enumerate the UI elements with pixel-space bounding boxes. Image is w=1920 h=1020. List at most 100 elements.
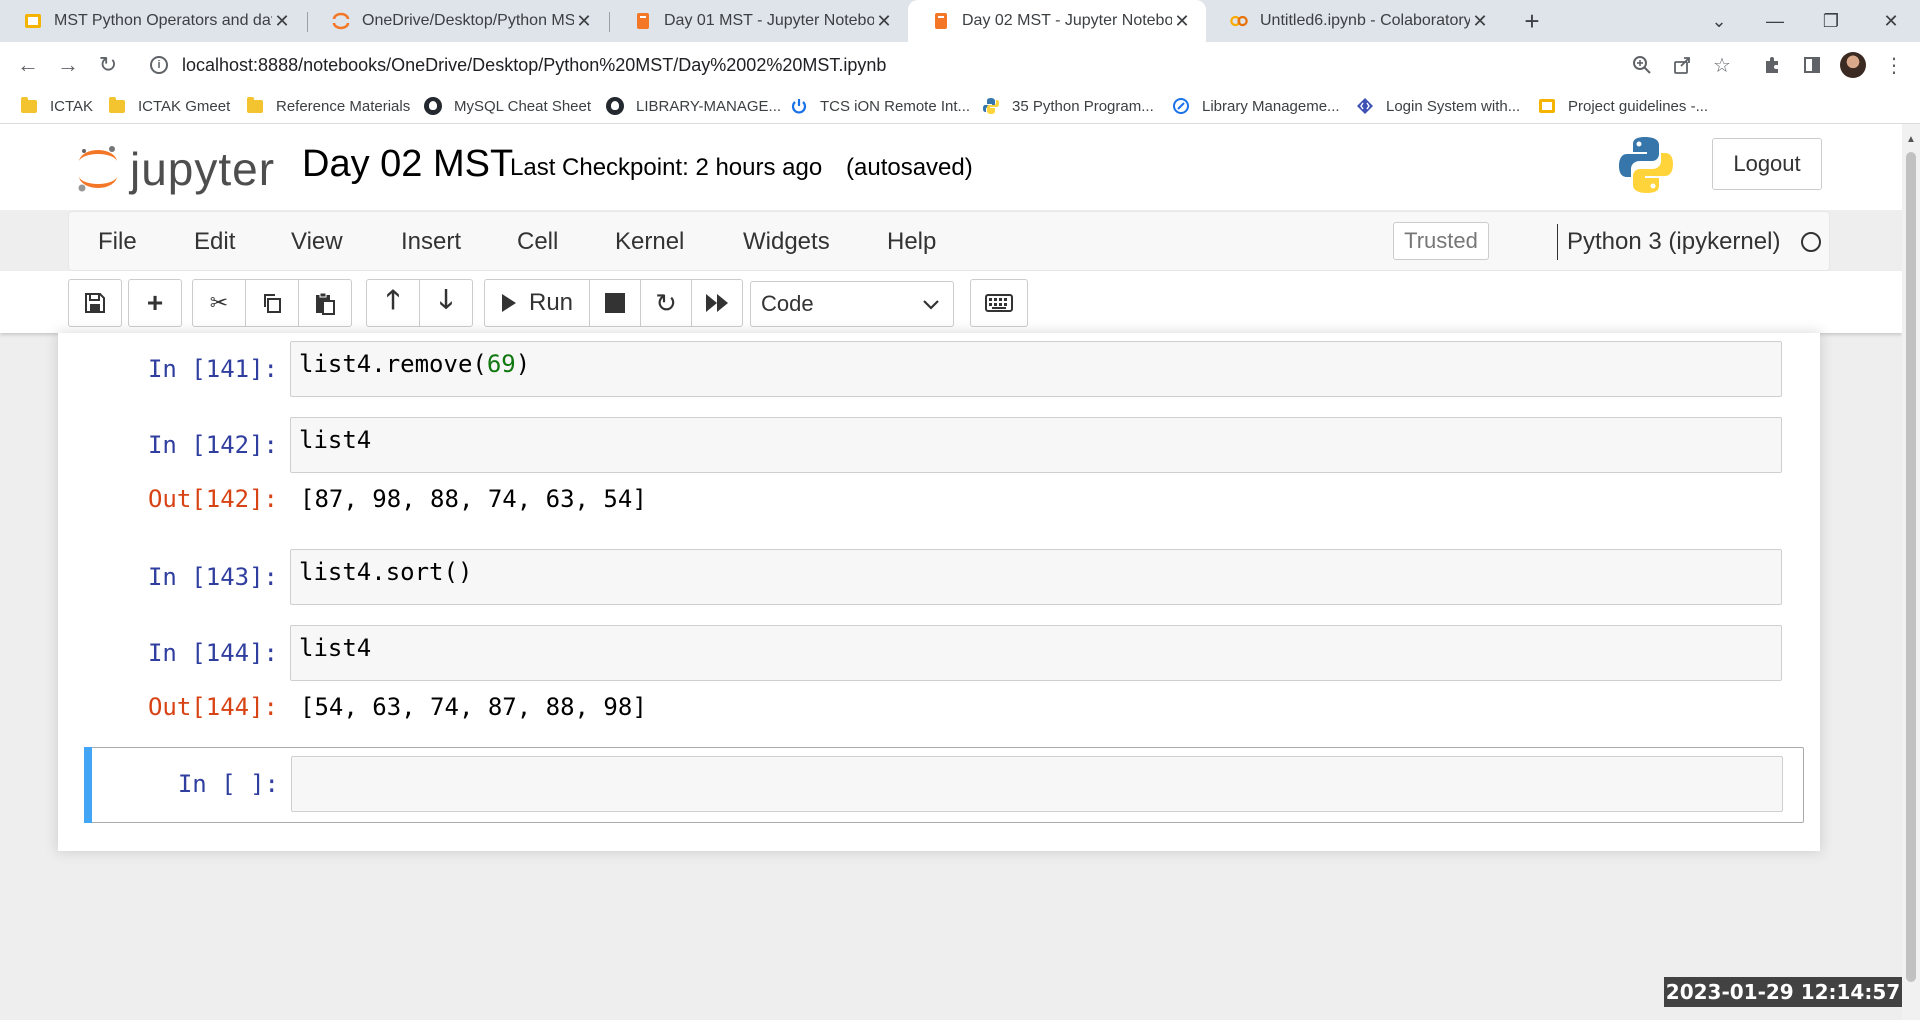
code-cell[interactable]: In [142]: list4 Out[142]: [87, 98, 88, 7… [58,409,1820,519]
new-tab-button[interactable]: + [1516,6,1548,38]
bookmark-ictak-gmeet[interactable]: ICTAK Gmeet [108,94,230,118]
page-scrollbar[interactable]: ▲ [1902,124,1920,1020]
command-palette-button[interactable] [970,279,1028,327]
logout-button[interactable]: Logout [1712,138,1822,190]
selected-code-cell[interactable]: In [ ]: [84,747,1804,823]
insert-cell-button[interactable]: + [128,279,182,327]
close-icon[interactable]: ✕ [874,11,894,32]
menu-bar: File Edit View Insert Cell Kernel Widget… [68,211,1830,271]
menu-help[interactable]: Help [887,228,936,256]
copy-button[interactable] [245,279,299,327]
code-editor[interactable]: list4 [290,417,1782,473]
bookmark-mysql-cheat-sheet[interactable]: MySQL Cheat Sheet [424,94,591,118]
tab-mst-python-operators[interactable]: MST Python Operators and data ✕ [0,0,306,42]
tab-search-icon[interactable]: ⌄ [1692,0,1746,42]
code-text: list4.sort() [299,558,473,586]
menu-file[interactable]: File [98,228,137,256]
restart-button[interactable]: ↻ [640,279,692,327]
input-prompt: In [142]: [147,431,278,459]
code-cell[interactable]: In [141]: list4.remove(69) [58,333,1820,397]
zoom-icon[interactable] [1626,49,1658,81]
bookmark-library-management[interactable]: Library Manageme... [1172,94,1340,118]
menu-kernel[interactable]: Kernel [615,228,684,256]
run-button[interactable]: Run [484,279,590,327]
notebook-title[interactable]: Day 02 MST [302,143,513,186]
scrollbar-thumb[interactable] [1906,152,1916,982]
paste-button[interactable] [298,279,352,327]
bookmark-star-icon[interactable]: ☆ [1706,49,1738,81]
menu-edit[interactable]: Edit [194,228,235,256]
restart-run-all-button[interactable] [691,279,743,327]
window-close-icon[interactable]: ✕ [1864,0,1918,42]
colab-icon [1230,12,1248,30]
arrow-up-icon: 🡑 [386,284,400,314]
code-text: list4 [299,426,372,454]
bookmark-ictak[interactable]: ICTAK [20,94,93,118]
restore-icon[interactable]: ❐ [1804,0,1858,42]
save-button[interactable] [68,279,122,327]
forward-icon[interactable]: → [52,49,84,81]
scroll-up-icon[interactable]: ▲ [1906,134,1916,145]
arrow-down-icon: 🡓 [439,284,453,314]
cut-button[interactable]: ✂ [192,279,246,327]
menu-insert[interactable]: Insert [401,228,461,256]
code-editor[interactable] [291,756,1783,812]
extensions-icon[interactable] [1756,49,1788,81]
interrupt-button[interactable] [589,279,641,327]
bookmark-project-guidelines[interactable]: Project guidelines -... [1538,94,1708,118]
input-prompt: In [141]: [147,355,278,383]
tab-onedrive-desktop[interactable]: OneDrive/Desktop/Python MST/ ✕ [308,0,608,42]
code-cell[interactable]: In [143]: list4.sort() [58,541,1820,605]
close-icon[interactable]: ✕ [1470,11,1490,32]
bookmark-label: 35 Python Program... [1012,97,1154,115]
code-icon [1356,97,1374,115]
scissors-icon: ✂ [209,290,229,315]
bookmark-library-manage[interactable]: LIBRARY-MANAGE... [606,94,781,118]
kernel-idle-indicator [1801,232,1821,252]
close-icon[interactable]: ✕ [574,11,594,32]
trusted-badge[interactable]: Trusted [1393,222,1489,260]
bookmark-tcs-ion[interactable]: TCS iON Remote Int... [790,94,970,118]
tab-title: MST Python Operators and data [54,12,272,29]
notebook-header: jupyter Day 02 MST Last Checkpoint: 2 ho… [0,124,1902,210]
notebook-icon [634,12,652,30]
bookmark-35-python-programs[interactable]: 35 Python Program... [982,94,1154,118]
python-logo-icon [1618,136,1674,194]
checkpoint-status: Last Checkpoint: 2 hours ago [510,154,823,181]
bookmark-reference-materials[interactable]: Reference Materials [246,94,410,118]
bookmarks-bar: ICTAK ICTAK Gmeet Reference Materials My… [0,88,1920,124]
tab-day01-notebook[interactable]: Day 01 MST - Jupyter Notebook ✕ [610,0,908,42]
browser-menu-icon[interactable]: ⋮ [1878,49,1910,81]
code-text: list4.remove( [299,350,487,378]
code-cell[interactable]: In [144]: list4 Out[144]: [54, 63, 74, 8… [58,617,1820,727]
move-down-button[interactable]: 🡓 [419,279,473,327]
code-editor[interactable]: list4.sort() [290,549,1782,605]
bookmark-label: MySQL Cheat Sheet [454,97,592,115]
code-editor[interactable]: list4 [290,625,1782,681]
url-text[interactable]: localhost:8888/notebooks/OneDrive/Deskto… [182,55,886,76]
cell-type-select[interactable]: Code [750,281,954,327]
minimize-icon[interactable]: — [1748,0,1802,42]
close-icon[interactable]: ✕ [1172,11,1192,32]
reload-icon[interactable]: ↻ [92,49,124,81]
code-editor[interactable]: list4.remove(69) [290,341,1782,397]
menu-view[interactable]: View [291,228,343,256]
jupyter-logo[interactable]: jupyter [76,142,276,196]
jupyter-logo-text: jupyter [130,143,276,195]
kernel-name[interactable]: Python 3 (ipykernel) [1567,228,1780,256]
bookmark-login-system[interactable]: Login System with... [1356,94,1520,118]
side-panel-icon[interactable] [1796,49,1828,81]
menu-cell[interactable]: Cell [517,228,558,256]
power-icon [790,97,808,115]
move-up-button[interactable]: 🡑 [366,279,420,327]
share-icon[interactable] [1666,49,1698,81]
tab-day02-notebook[interactable]: Day 02 MST - Jupyter Notebook ✕ [908,0,1206,42]
menu-widgets[interactable]: Widgets [743,228,830,256]
address-bar[interactable]: i localhost:8888/notebooks/OneDrive/Desk… [140,47,1660,83]
close-icon[interactable]: ✕ [272,11,292,32]
back-icon[interactable]: ← [12,49,44,81]
profile-avatar[interactable] [1840,52,1866,78]
save-icon [85,293,105,313]
tab-colab-untitled6[interactable]: Untitled6.ipynb - Colaboratory ✕ [1206,0,1504,42]
site-info-icon[interactable]: i [150,56,168,74]
